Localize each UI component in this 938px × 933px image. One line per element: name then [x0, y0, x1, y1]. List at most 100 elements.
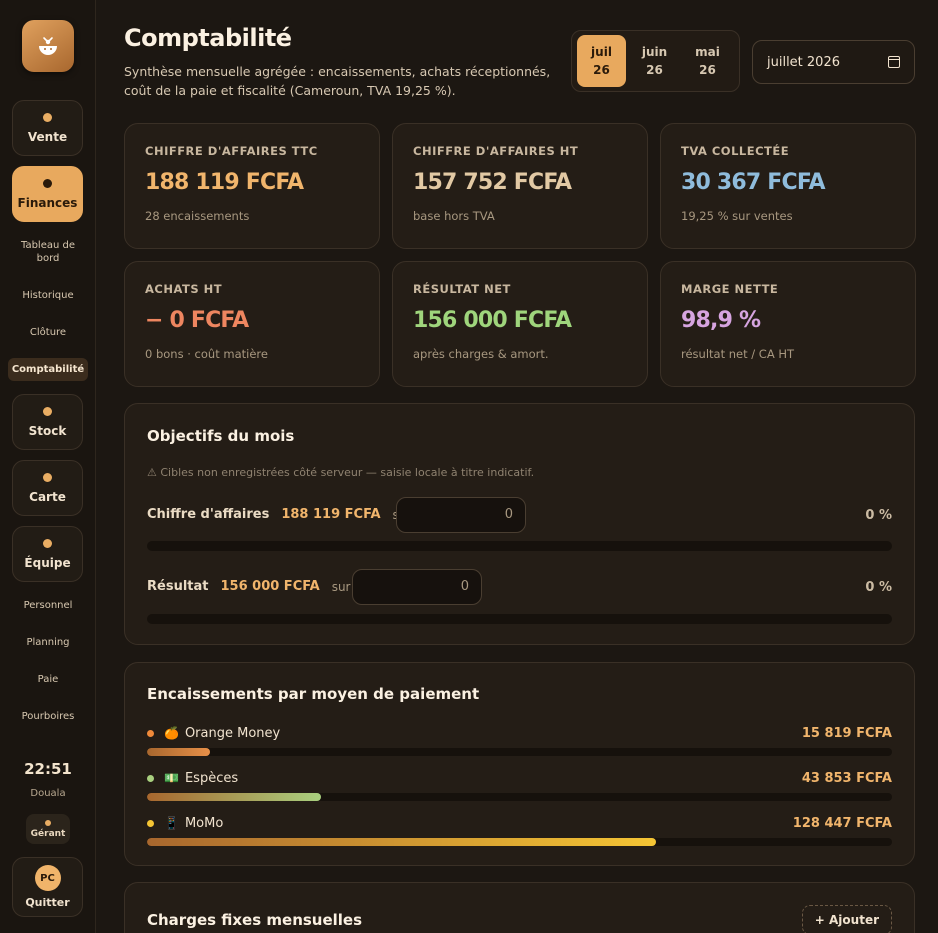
sub-comptabilite-label: Comptabilité: [7, 358, 89, 381]
sub-personnel-label: Personnel: [23, 600, 73, 611]
kpi-note: résultat net / CA HT: [681, 347, 795, 361]
payment-bar-track: [147, 838, 892, 846]
finances-dot-icon: [43, 178, 52, 188]
payment-dot-icon: [147, 729, 154, 737]
carte-dot-icon: [43, 472, 52, 482]
sub-tableau-de-bord[interactable]: Tableau de bord: [0, 239, 96, 265]
clock: 22:51: [24, 760, 72, 778]
kpi-label: CHIFFRE D'AFFAIRES TTC: [145, 144, 318, 158]
nav-carte-label: Carte: [29, 489, 66, 504]
logo[interactable]: [22, 20, 74, 72]
equipe-dot-icon: [43, 538, 52, 548]
kpi-note: après charges & amort.: [413, 347, 549, 361]
kpi-card-marge: MARGE NETTE 98,9 % résultat net / CA HT: [660, 261, 916, 387]
objective-ca-percent: 0 %: [865, 508, 892, 523]
kpi-label: RÉSULTAT NET: [413, 282, 511, 296]
payment-method-name: Espèces: [184, 770, 239, 786]
add-charge-button[interactable]: + Ajouter: [801, 905, 892, 933]
nav-stock-label: Stock: [28, 423, 67, 438]
month-picker-input[interactable]: juillet 2026: [752, 40, 915, 84]
vente-dot-icon: [43, 112, 52, 122]
kpi-value: 30 367 FCFA: [681, 170, 826, 195]
payment-bar-track: [147, 748, 892, 756]
objective-resultat-label: Résultat: [147, 579, 209, 594]
payment-dot-icon: [147, 774, 154, 782]
city: Douala: [30, 788, 66, 799]
sub-historique[interactable]: Historique: [0, 289, 96, 302]
sub-planning-label: Planning: [26, 637, 70, 648]
kpi-value: 157 752 FCFA: [413, 170, 572, 195]
payment-method-icon: 💵: [164, 771, 179, 785]
bowl-icon: [39, 37, 57, 55]
objective-row-resultat: Résultat 156 000 FCFA sur: [147, 579, 350, 594]
month-mai-label: mai: [695, 45, 720, 59]
payment-bar-fill: [147, 793, 321, 801]
sub-pourboires-label: Pourboires: [21, 711, 75, 722]
charges-card: Charges fixes mensuelles + Ajouter: [124, 882, 915, 933]
kpi-value: 98,9 %: [681, 308, 761, 333]
objective-resultat-progress: [147, 614, 892, 624]
objectives-warning: ⚠ Cibles non enregistrées côté serveur —…: [147, 466, 535, 479]
objective-row-ca: Chiffre d'affaires 188 119 FCFA sur: [147, 507, 411, 522]
payment-method-icon: 📱: [164, 816, 179, 830]
kpi-value: 156 000 FCFA: [413, 308, 572, 333]
role-dot-icon: [45, 819, 51, 826]
role-badge: Gérant: [26, 814, 70, 844]
payment-row: 🍊 Orange Money 15 819 FCFA: [147, 724, 892, 742]
nav-finances-label: Finances: [17, 195, 78, 210]
page-subtitle: Synthèse mensuelle agrégée : encaissemen…: [124, 64, 551, 98]
month-juin-label: juin: [641, 45, 668, 59]
charges-title: Charges fixes mensuelles: [147, 911, 363, 929]
payment-bar-fill: [147, 838, 656, 846]
kpi-card-achats: ACHATS HT − 0 FCFA 0 bons · coût matière: [124, 261, 380, 387]
payment-bar-fill: [147, 748, 210, 756]
month-mai[interactable]: mai 26: [683, 35, 732, 87]
objectives-title: Objectifs du mois: [147, 427, 295, 445]
quit-button[interactable]: PC Quitter: [12, 857, 83, 917]
payments-title: Encaissements par moyen de paiement: [147, 685, 480, 703]
page-title: Comptabilité: [124, 24, 292, 52]
kpi-label: TVA COLLECTÉE: [681, 144, 790, 158]
sub-paie-label: Paie: [37, 674, 59, 685]
kpi-note: base hors TVA: [413, 209, 495, 223]
sub-paie[interactable]: Paie: [0, 673, 96, 686]
nav-finances[interactable]: Finances: [12, 166, 83, 222]
payment-method-name: MoMo: [184, 815, 224, 831]
kpi-label: ACHATS HT: [145, 282, 223, 296]
payment-amount: 128 447 FCFA: [792, 815, 892, 831]
kpi-label: CHIFFRE D'AFFAIRES HT: [413, 144, 579, 158]
month-picker-value: juillet 2026: [767, 54, 840, 70]
kpi-card-ca-ttc: CHIFFRE D'AFFAIRES TTC 188 119 FCFA 28 enc…: [124, 123, 380, 249]
main: Comptabilité Synthèse mensuelle agrégée …: [96, 0, 938, 933]
sub-comptabilite[interactable]: Comptabilité: [0, 358, 96, 381]
objective-ca-label: Chiffre d'affaires: [147, 507, 270, 522]
objective-resultat-input[interactable]: 0: [352, 569, 482, 605]
avatar: PC: [34, 865, 61, 891]
payment-method-name: Orange Money: [184, 725, 281, 741]
nav-stock[interactable]: Stock: [12, 394, 83, 450]
sidebar: Vente Finances Tableau de bord Historiqu…: [0, 0, 96, 933]
calendar-icon[interactable]: [888, 56, 900, 68]
month-juil[interactable]: juil 26: [577, 35, 626, 87]
month-juil-label: juil: [591, 45, 612, 59]
nav-carte[interactable]: Carte: [12, 460, 83, 516]
nav-vente[interactable]: Vente: [12, 100, 83, 156]
quit-label: Quitter: [25, 896, 70, 909]
app: Vente Finances Tableau de bord Historiqu…: [0, 0, 938, 933]
nav-equipe[interactable]: Équipe: [12, 526, 83, 582]
sub-personnel[interactable]: Personnel: [0, 599, 96, 612]
objective-ca-progress: [147, 541, 892, 551]
kpi-note: 0 bons · coût matière: [145, 347, 268, 361]
month-juin[interactable]: juin 26: [630, 35, 679, 87]
kpi-card-tva: TVA COLLECTÉE 30 367 FCFA 19,25 % sur vent…: [660, 123, 916, 249]
objective-ca-value: 188 119 FCFA: [281, 507, 381, 522]
sub-planning[interactable]: Planning: [0, 636, 96, 649]
objectives-card: Objectifs du mois ⚠ Cibles non enregistr…: [124, 403, 915, 645]
objective-ca-input[interactable]: 0: [396, 497, 526, 533]
sub-pourboires[interactable]: Pourboires: [0, 710, 96, 723]
payments-card: Encaissements par moyen de paiement 🍊 Ora…: [124, 662, 915, 866]
kpi-value: 188 119 FCFA: [145, 170, 304, 195]
kpi-value: − 0 FCFA: [145, 308, 249, 333]
sub-cloture[interactable]: Clôture: [0, 326, 96, 339]
payment-row: 📱 MoMo 128 447 FCFA: [147, 814, 892, 832]
